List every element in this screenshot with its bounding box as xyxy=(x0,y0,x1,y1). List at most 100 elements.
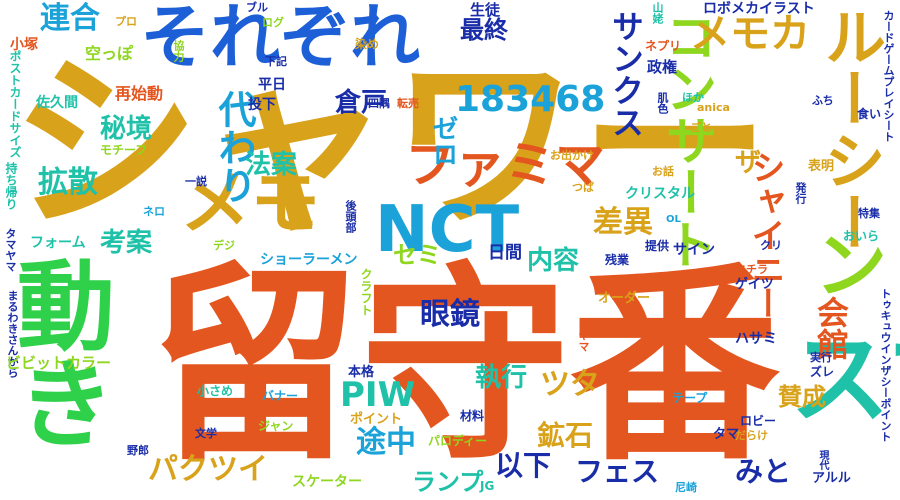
cloud-word: 最終 xyxy=(460,16,508,44)
cloud-word: 眼鏡 xyxy=(420,297,480,332)
cloud-word: 政権 xyxy=(647,58,678,76)
cloud-word: 183468 xyxy=(455,79,606,120)
cloud-word: ジャン xyxy=(258,419,294,433)
cloud-word: クリ xyxy=(760,239,782,252)
cloud-word: 平日 xyxy=(258,77,286,93)
cloud-word: 残業 xyxy=(605,253,630,267)
cloud-word: ログ xyxy=(262,16,284,29)
cloud-word: ランプ xyxy=(412,468,484,496)
cloud-word: メモカ xyxy=(690,11,810,57)
cloud-word: 食い xyxy=(857,107,882,121)
cloud-word: 再始動 xyxy=(115,84,164,103)
cloud-word: タマ xyxy=(713,427,740,442)
cloud-word: 下記 xyxy=(265,55,287,68)
cloud-word: ゼロ xyxy=(428,115,458,167)
cloud-word: 生徒 xyxy=(470,1,501,19)
cloud-word: ツタ xyxy=(540,367,600,402)
cloud-word: オーダー xyxy=(598,291,651,306)
cloud-word: ロボメカイラスト xyxy=(703,1,815,17)
cloud-word: 本格 xyxy=(348,365,375,380)
cloud-word: トゥキュウインザシーポイント xyxy=(879,288,892,442)
cloud-word: ショーラーメン xyxy=(260,252,358,268)
cloud-word: カードゲームプレイシート xyxy=(882,10,895,142)
cloud-word: 執行 xyxy=(475,363,528,393)
cloud-word: 賛成 xyxy=(778,383,826,411)
cloud-word: 以下 xyxy=(495,449,552,482)
cloud-word: OL xyxy=(666,214,681,225)
cloud-word: 空っぽ xyxy=(85,44,134,63)
cloud-word: お話 xyxy=(652,165,674,178)
cloud-word: 実行 xyxy=(810,351,832,364)
cloud-word: 椎名 xyxy=(718,359,740,372)
cloud-word: 発行 xyxy=(794,182,807,204)
cloud-word: 野郎 xyxy=(127,444,149,457)
cloud-word: フォーム xyxy=(30,235,86,251)
cloud-word: 表明 xyxy=(808,159,835,174)
cloud-word: つば xyxy=(572,181,594,194)
cloud-word: ごと xyxy=(690,121,712,134)
cloud-word: だらけ xyxy=(735,429,768,442)
cloud-word: 後頭部 xyxy=(344,200,357,233)
cloud-word: 考案 xyxy=(100,228,153,258)
cloud-word: 連合 xyxy=(40,1,100,36)
cloud-word: サンクス xyxy=(607,10,645,138)
cloud-word: 途中 xyxy=(356,425,416,460)
cloud-word: セミ xyxy=(393,241,441,269)
cloud-word: 山姥 xyxy=(651,2,664,24)
cloud-word: ズレ xyxy=(810,365,835,379)
cloud-word: パクツイ xyxy=(148,452,268,487)
cloud-word: 秘境 xyxy=(100,114,153,144)
cloud-word: ポストカードサイズ xyxy=(8,50,22,158)
cloud-word: クリスタル xyxy=(625,186,695,202)
cloud-word: 文学 xyxy=(195,427,217,440)
cloud-word: 動き xyxy=(0,255,114,451)
cloud-word: サイン xyxy=(673,242,715,258)
cloud-word: 投下 xyxy=(248,97,276,113)
cloud-word: 転売 xyxy=(397,97,419,110)
cloud-word: 現代 xyxy=(817,450,828,470)
cloud-word: バナー xyxy=(262,389,299,403)
cloud-word: 協力 xyxy=(172,40,185,62)
cloud-word: 肌色 xyxy=(656,92,669,114)
cloud-word: PIW xyxy=(340,375,416,415)
cloud-word: 染め xyxy=(355,37,380,51)
cloud-word: ネプリ xyxy=(645,39,682,53)
cloud-word: 小さめ xyxy=(197,384,234,398)
cloud-word: 尼崎 xyxy=(675,481,697,494)
cloud-word: 差異 xyxy=(593,205,653,240)
cloud-word: 日間 xyxy=(488,243,522,263)
cloud-word: ビビットカラー xyxy=(6,354,112,372)
cloud-word: 鉱石 xyxy=(537,419,594,452)
cloud-word: 内容 xyxy=(527,246,580,276)
cloud-word: 一説 xyxy=(185,175,207,188)
cloud-word: アルル xyxy=(812,471,851,486)
cloud-word: ネロ xyxy=(143,205,165,218)
cloud-word: ザ xyxy=(735,148,762,178)
cloud-word: ロビー xyxy=(740,414,777,428)
cloud-word: パロディー xyxy=(428,434,488,448)
cloud-word: 拡散 xyxy=(38,165,98,200)
cloud-word: モチーフ xyxy=(100,143,148,157)
cloud-word: フェス xyxy=(575,455,660,488)
cloud-word: anica xyxy=(697,101,730,114)
cloud-word: ヤマ xyxy=(577,330,590,352)
cloud-word: ゲイツ xyxy=(735,277,774,292)
cloud-word: タマヤマ xyxy=(4,228,17,272)
cloud-word: 特集 xyxy=(858,207,880,220)
cloud-word: おいら xyxy=(843,229,880,243)
cloud-word: ポイント xyxy=(350,412,403,427)
cloud-word: テープ xyxy=(672,391,708,405)
cloud-word: 佐久間 xyxy=(36,95,78,111)
cloud-word: ブル xyxy=(246,1,268,14)
cloud-word: 持ち帰り xyxy=(4,162,18,210)
cloud-word: クラフト xyxy=(359,268,373,316)
cloud-word: 法案 xyxy=(245,150,298,180)
cloud-word: お出かけ xyxy=(550,149,594,162)
cloud-word: ふち xyxy=(812,94,834,107)
word-cloud: 留守番 シャワー それぞれ 動き NCT ファミマ メモ ルーシー 183468… xyxy=(0,0,900,500)
cloud-word: プロ xyxy=(115,15,137,28)
cloud-word: みと xyxy=(735,455,792,488)
cloud-word: 四隅 xyxy=(368,97,390,110)
cloud-word: コチラ xyxy=(735,263,768,276)
cloud-word: スケーター xyxy=(292,474,362,490)
